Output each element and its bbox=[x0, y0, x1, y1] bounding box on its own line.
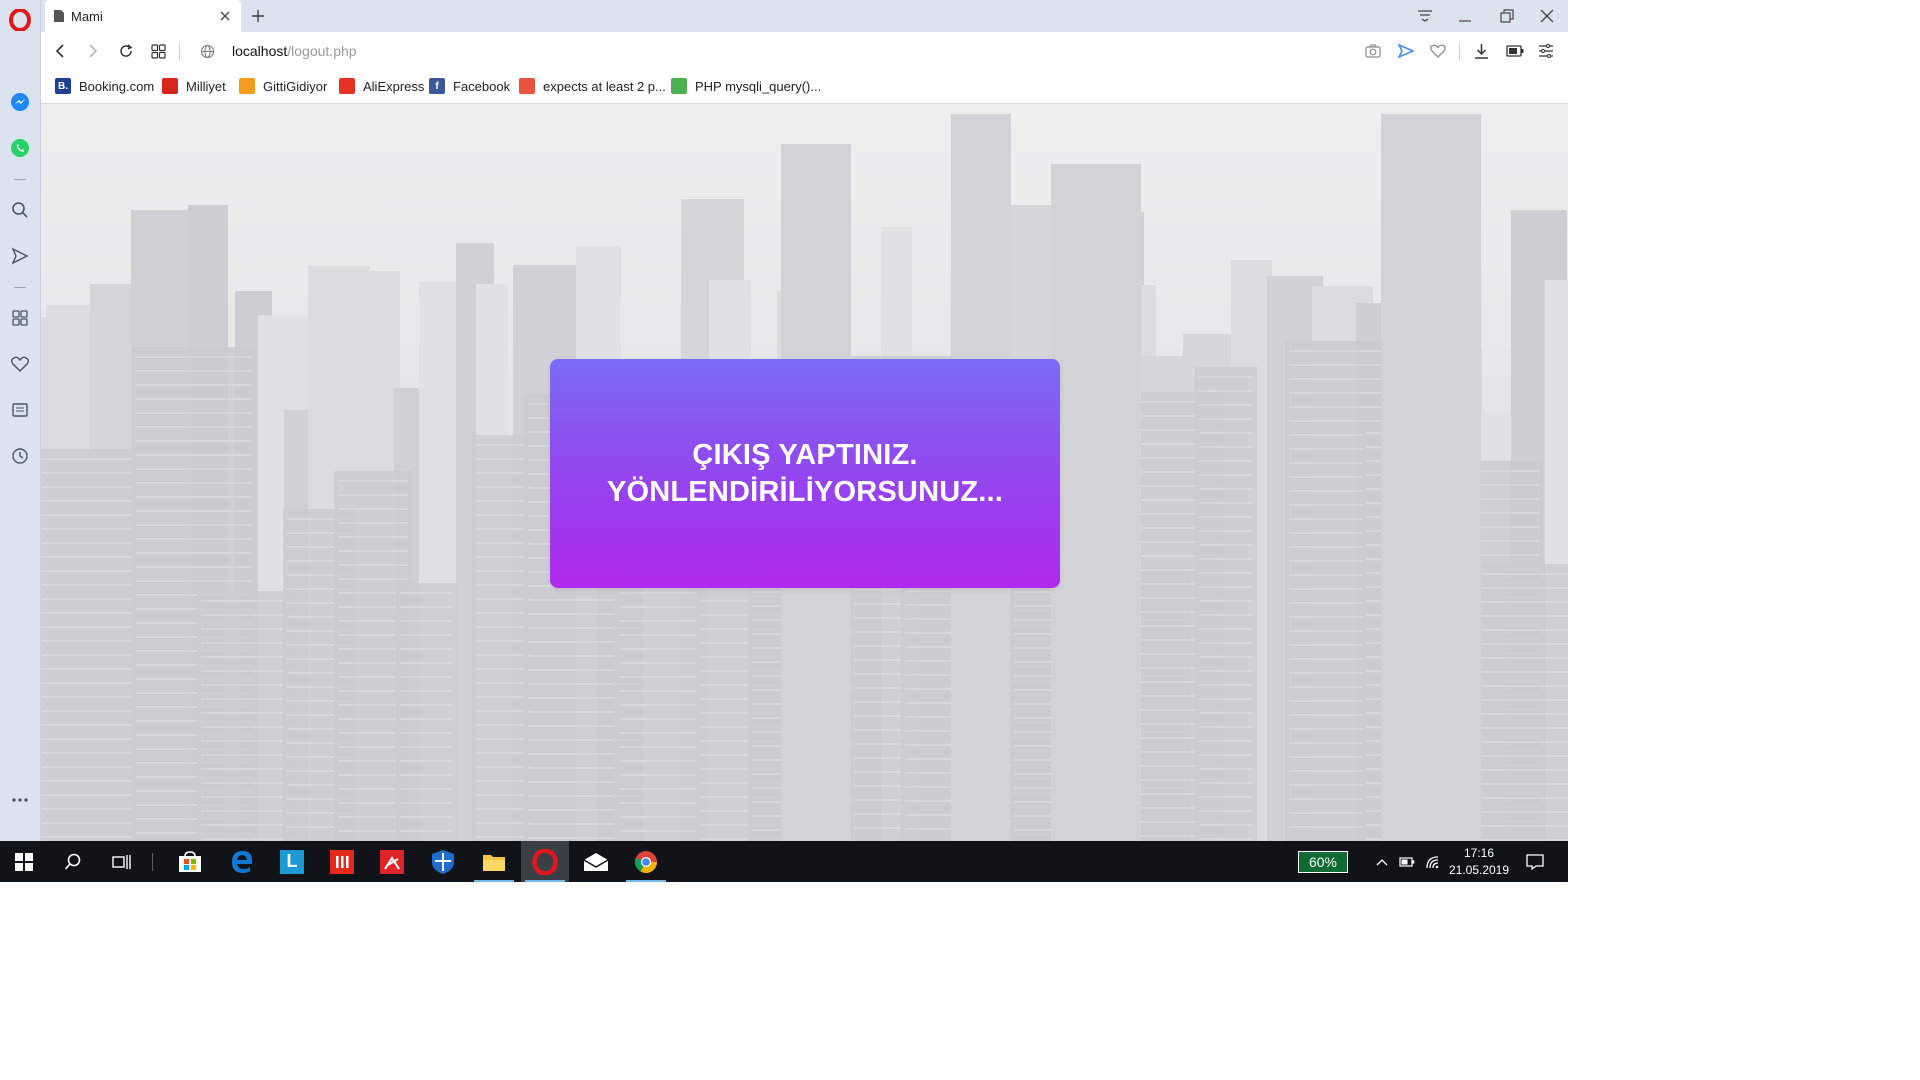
news-icon[interactable] bbox=[0, 395, 40, 425]
url-field[interactable]: localhost/logout.php bbox=[232, 43, 357, 59]
booking-icon: B. bbox=[55, 78, 71, 94]
send-to-flow-icon[interactable] bbox=[1395, 40, 1417, 62]
toolbar-divider bbox=[1459, 42, 1460, 60]
pdf-reader-icon[interactable] bbox=[368, 841, 416, 882]
bookmark-heart-icon[interactable] bbox=[1427, 40, 1449, 62]
bookmark-item[interactable]: f Facebook bbox=[429, 77, 510, 95]
running-indicator bbox=[525, 880, 565, 882]
chrome-icon[interactable] bbox=[622, 841, 670, 882]
tab-title: Mami bbox=[71, 8, 103, 24]
task-view-icon[interactable] bbox=[98, 841, 146, 882]
snapshot-camera-icon[interactable] bbox=[1362, 40, 1384, 62]
site-info-globe-icon[interactable] bbox=[196, 40, 218, 62]
bookmarks-bar: B. Booking.com Milliyet GittiGidiyor AliExpr… bbox=[41, 70, 1568, 104]
address-bar: localhost/logout.php bbox=[41, 32, 1568, 70]
url-path: /logout.php bbox=[287, 43, 357, 59]
messenger-icon[interactable] bbox=[0, 87, 40, 117]
mail-icon[interactable] bbox=[572, 841, 620, 882]
l-app-icon[interactable]: L bbox=[268, 841, 316, 882]
history-icon[interactable] bbox=[0, 441, 40, 471]
toolbar-divider bbox=[179, 42, 180, 60]
search-icon[interactable] bbox=[0, 195, 40, 225]
bookmark-label: GittiGidiyor bbox=[263, 78, 328, 94]
page-icon bbox=[53, 9, 65, 23]
microsoft-store-icon[interactable] bbox=[166, 841, 214, 882]
bookmark-item[interactable]: GittiGidiyor bbox=[239, 77, 327, 95]
bookmark-label: expects at least 2 p... bbox=[543, 78, 666, 94]
speed-dial-button[interactable] bbox=[147, 40, 169, 62]
gittigidiyor-icon bbox=[239, 78, 255, 94]
page-content: ÇIKIŞ YAPTINIZ. YÖNLENDİRİLİYORSUNUZ... bbox=[41, 104, 1568, 841]
facebook-icon: f bbox=[429, 78, 445, 94]
logout-message-line2: YÖNLENDİRİLİYORSUNUZ... bbox=[606, 475, 1004, 508]
downloads-icon[interactable] bbox=[1470, 40, 1492, 62]
skyline-tower bbox=[1051, 164, 1141, 841]
action-center-icon[interactable] bbox=[1514, 841, 1556, 882]
show-hidden-icons-chevron-icon[interactable] bbox=[1368, 841, 1396, 882]
php-icon bbox=[519, 78, 535, 94]
whatsapp-icon[interactable] bbox=[0, 133, 40, 163]
new-tab-button[interactable] bbox=[247, 6, 269, 26]
bookmark-label: PHP mysqli_query()... bbox=[695, 78, 822, 94]
red-app-icon[interactable] bbox=[318, 841, 366, 882]
bookmark-item[interactable]: expects at least 2 p... bbox=[519, 77, 666, 95]
running-indicator bbox=[474, 880, 514, 882]
opera-taskbar-icon[interactable] bbox=[521, 841, 569, 882]
bookmark-item[interactable]: B. Booking.com bbox=[55, 77, 154, 95]
send-icon[interactable] bbox=[0, 241, 40, 271]
opera-menu-icon[interactable] bbox=[0, 5, 40, 35]
skyline-building bbox=[41, 449, 136, 841]
bookmark-label: Facebook bbox=[453, 78, 511, 94]
back-button[interactable] bbox=[49, 40, 71, 62]
clock-date: 21.05.2019 bbox=[1448, 863, 1510, 877]
easy-setup-icon[interactable] bbox=[1535, 40, 1557, 62]
windows-defender-icon[interactable] bbox=[419, 841, 467, 882]
bookmark-item[interactable]: AliExpress bbox=[339, 77, 424, 95]
sidebar-divider bbox=[14, 287, 26, 288]
tab-mami[interactable]: Mami bbox=[45, 0, 241, 32]
taskbar-search-icon[interactable] bbox=[49, 841, 97, 882]
url-host: localhost bbox=[232, 43, 288, 59]
bookmark-label: Milliyet bbox=[186, 78, 226, 94]
tab-strip: Mami bbox=[41, 0, 1568, 32]
bookmark-item[interactable]: Milliyet bbox=[162, 77, 226, 95]
minimize-button[interactable] bbox=[1450, 4, 1480, 28]
milliyet-icon bbox=[162, 78, 178, 94]
logout-message: ÇIKIŞ YAPTINIZ. YÖNLENDİRİLİYORSUNUZ... bbox=[607, 437, 1003, 511]
opera-sidebar bbox=[0, 0, 41, 841]
running-indicator bbox=[626, 880, 666, 882]
edge-icon[interactable] bbox=[218, 841, 266, 882]
close-window-button[interactable] bbox=[1532, 4, 1562, 28]
file-explorer-icon[interactable] bbox=[470, 841, 518, 882]
more-icon[interactable] bbox=[0, 785, 40, 815]
system-clock[interactable]: 17:16 21.05.2019 bbox=[1446, 845, 1512, 879]
bookmark-item[interactable]: PHP mysqli_query()... bbox=[671, 77, 821, 95]
logout-message-card: ÇIKIŞ YAPTINIZ. YÖNLENDİRİLİYORSUNUZ... bbox=[550, 359, 1060, 588]
reload-button[interactable] bbox=[115, 40, 137, 62]
wifi-icon[interactable] bbox=[1420, 841, 1446, 882]
windows-start-icon[interactable] bbox=[0, 841, 48, 882]
aliexpress-icon bbox=[339, 78, 355, 94]
skyline-building bbox=[1195, 367, 1257, 841]
skyline-building bbox=[396, 583, 457, 841]
forward-button[interactable] bbox=[82, 40, 104, 62]
restore-button[interactable] bbox=[1492, 4, 1522, 28]
close-tab-icon[interactable] bbox=[215, 6, 235, 26]
tab-menu-icon[interactable] bbox=[1410, 4, 1440, 28]
battery-percentage-badge: 60% bbox=[1298, 851, 1348, 873]
skyline-tower bbox=[1381, 114, 1481, 841]
bookmark-label: AliExpress bbox=[363, 78, 425, 94]
bookmark-label: Booking.com bbox=[79, 78, 155, 94]
speed-dial-icon[interactable] bbox=[0, 303, 40, 333]
bookmarks-heart-icon[interactable] bbox=[0, 349, 40, 379]
battery-saver-icon[interactable] bbox=[1504, 40, 1526, 62]
w3schools-icon bbox=[671, 78, 687, 94]
logout-message-line1: ÇIKIŞ YAPTINIZ. bbox=[692, 438, 918, 471]
battery-tray-icon[interactable] bbox=[1394, 841, 1420, 882]
skyline-building bbox=[1474, 564, 1568, 841]
sidebar-divider bbox=[14, 179, 26, 180]
clock-time: 17:16 bbox=[1463, 846, 1495, 860]
taskbar-divider bbox=[152, 853, 153, 871]
